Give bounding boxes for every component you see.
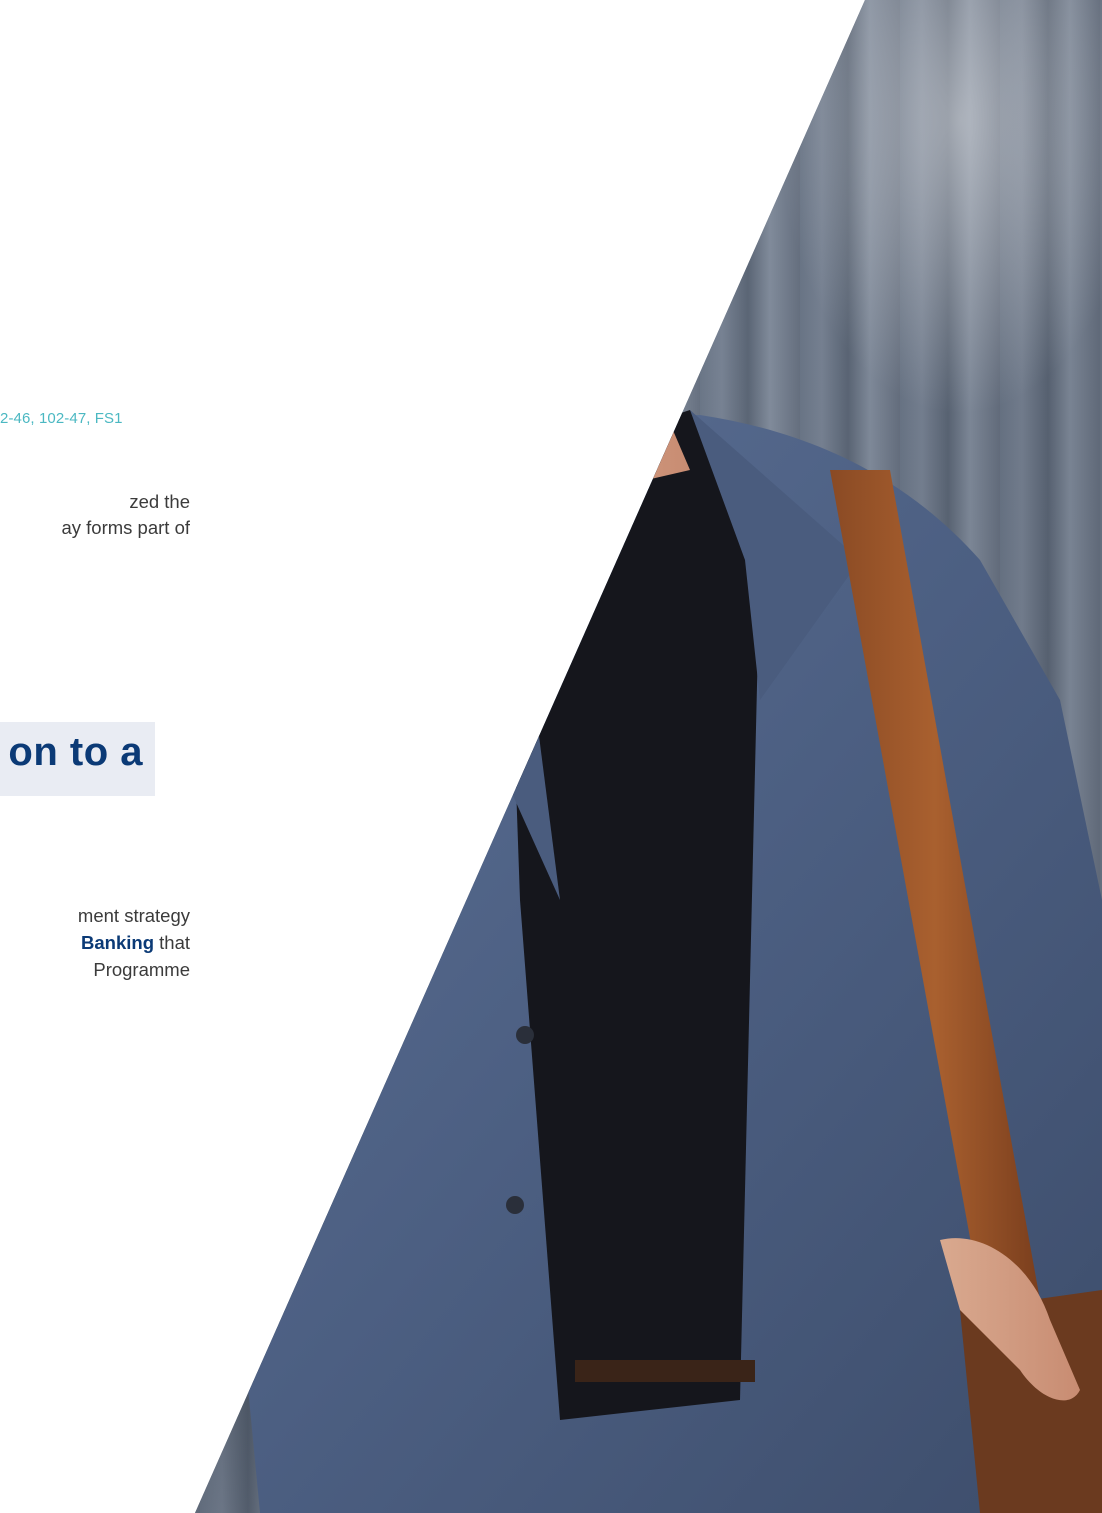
section-heading: on to a — [8, 730, 143, 774]
eye-right — [510, 375, 565, 384]
head — [362, 131, 699, 529]
eye-left — [420, 365, 475, 375]
coat-button — [506, 1196, 524, 1214]
intro-line: zed the — [129, 491, 190, 512]
ear — [633, 280, 677, 360]
body-line: Programme — [93, 959, 190, 980]
body-line: Banking that — [0, 929, 190, 956]
section-heading-box: on to a — [0, 722, 155, 796]
gri-reference-text: 2-46, 102-47, FS1 — [0, 410, 123, 427]
hair — [380, 99, 681, 320]
smartphone — [277, 528, 453, 656]
body-paragraph: ment strategy Banking that Programme — [0, 902, 190, 983]
body-line-rest: that — [154, 932, 190, 953]
hand — [280, 590, 463, 700]
intro-paragraph: zed the ay forms part of — [0, 489, 190, 541]
lapel-left — [420, 470, 560, 900]
coat-button — [516, 1026, 534, 1044]
man-with-smartphone-photo — [0, 0, 1102, 1513]
sleeve-left — [215, 560, 330, 1040]
highlight-term: Banking — [81, 932, 154, 953]
mouth — [480, 470, 560, 486]
body-line: ment strategy — [77, 905, 190, 926]
belt — [575, 1360, 755, 1382]
intro-line: ay forms part of — [61, 517, 190, 538]
gri-reference-tag: 2-46, 102-47, FS1 — [0, 410, 195, 427]
